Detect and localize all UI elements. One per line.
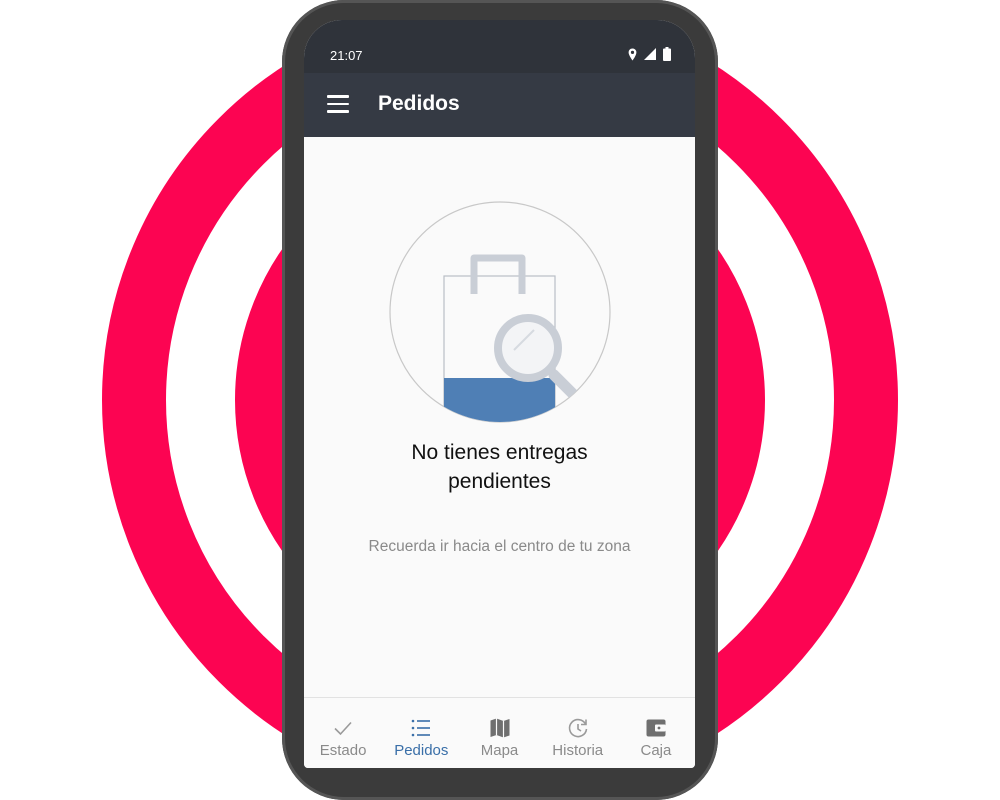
empty-state-title-line1: No tienes entregas	[411, 441, 588, 464]
nav-item-mapa[interactable]: Mapa	[460, 698, 538, 768]
empty-state-hint: Recuerda ir hacia el centro de tu zona	[368, 538, 631, 555]
nav-item-pedidos[interactable]: Pedidos	[382, 698, 460, 768]
history-icon	[568, 718, 587, 738]
nav-item-estado[interactable]: Estado	[304, 698, 382, 768]
app-bar: Pedidos	[304, 73, 695, 137]
nav-item-caja[interactable]: Caja	[617, 698, 695, 768]
empty-state-title: No tienes entregas pendientes	[304, 438, 695, 496]
page-title: Pedidos	[378, 92, 460, 115]
nav-label-caja: Caja	[640, 742, 672, 759]
status-bar: 21:07	[304, 20, 695, 73]
empty-state-title-line2: pendientes	[448, 470, 551, 493]
nav-label-mapa: Mapa	[480, 742, 519, 759]
nav-item-historia[interactable]: Historia	[539, 698, 617, 768]
map-icon	[490, 718, 509, 738]
nav-label-pedidos: Pedidos	[394, 742, 449, 759]
status-time: 21:07	[330, 48, 363, 63]
hamburger-menu-icon[interactable]	[327, 95, 349, 113]
status-icons	[628, 47, 671, 61]
wallet-icon	[646, 719, 666, 737]
nav-label-estado: Estado	[319, 742, 367, 759]
location-icon	[628, 48, 637, 60]
list-icon	[411, 719, 431, 737]
bottom-nav: Estado Pedidos Mapa Historia Caja	[304, 697, 695, 768]
signal-icon	[644, 48, 656, 60]
nav-label-historia: Historia	[552, 742, 604, 759]
phone-screen: 21:07 Pedidos No tienes entregas pendien…	[304, 20, 695, 768]
check-icon	[334, 721, 352, 736]
shopping-bag-search-icon	[389, 201, 611, 423]
battery-icon	[663, 47, 671, 61]
